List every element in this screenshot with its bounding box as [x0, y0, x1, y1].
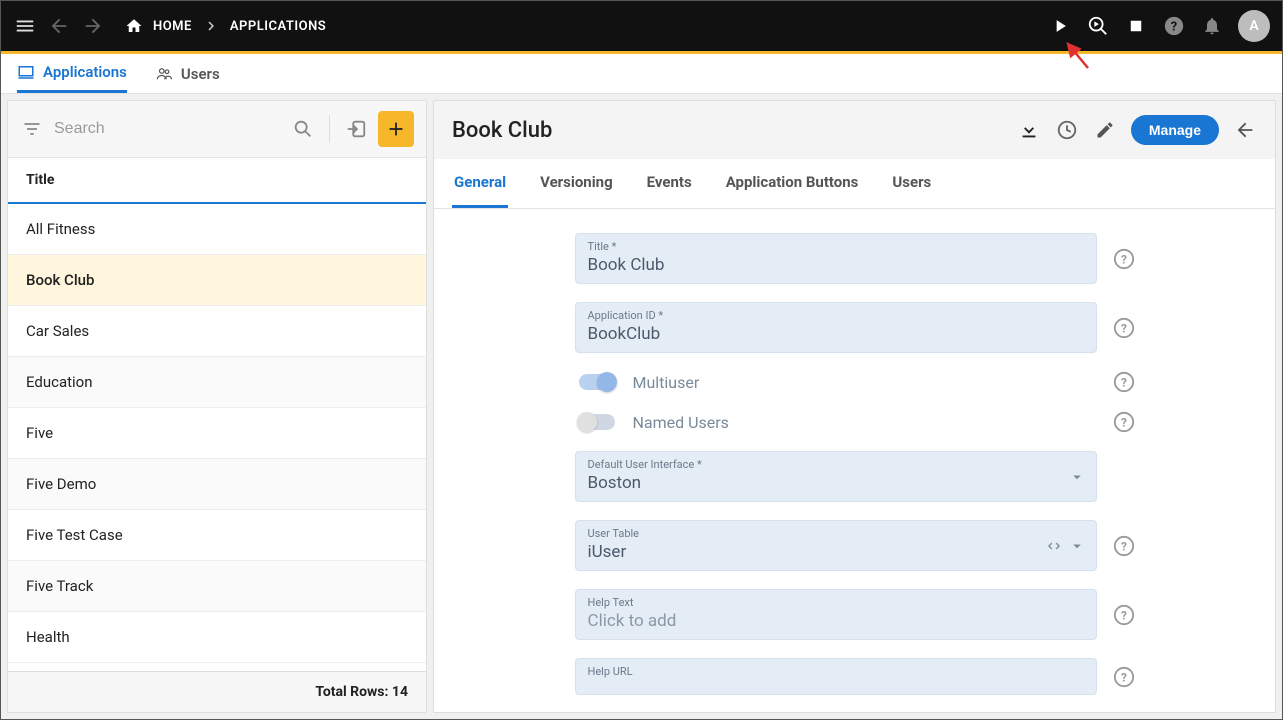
filter-icon[interactable] [20, 117, 44, 141]
svg-text:?: ? [1121, 252, 1127, 266]
home-icon[interactable] [125, 17, 143, 35]
list-item[interactable]: Five [8, 408, 426, 459]
help-url-field[interactable]: Help URL [575, 658, 1097, 695]
tab-applications[interactable]: Applications [17, 54, 127, 93]
download-icon[interactable] [1017, 118, 1041, 142]
avatar[interactable]: A [1238, 10, 1270, 42]
stop-icon[interactable] [1124, 14, 1148, 38]
help-icon[interactable]: ? [1113, 535, 1135, 557]
list-item[interactable]: Five Test Case [8, 510, 426, 561]
edit-icon[interactable] [1093, 118, 1117, 142]
help-icon[interactable]: ? [1113, 411, 1135, 433]
multiuser-toggle[interactable] [579, 374, 615, 390]
svg-text:?: ? [1121, 539, 1127, 553]
nav-back-icon[interactable] [47, 14, 71, 38]
help-icon[interactable]: ? [1162, 14, 1186, 38]
code-icon[interactable] [1046, 538, 1062, 554]
list-item[interactable]: Education [8, 357, 426, 408]
svg-text:?: ? [1121, 670, 1127, 684]
chevron-down-icon [1068, 468, 1086, 486]
add-button[interactable] [378, 111, 414, 147]
detail-header: Book Club Manage [434, 101, 1275, 159]
list-item[interactable]: Book Club [8, 255, 426, 306]
total-rows-label: Total Rows: 14 [8, 671, 426, 712]
tab-users[interactable]: Users [155, 54, 220, 93]
left-panel: Title All FitnessBook ClubCar SalesEduca… [7, 100, 427, 713]
tab-applications-label: Applications [43, 63, 127, 81]
help-icon[interactable]: ? [1113, 604, 1135, 626]
search-icon[interactable] [291, 117, 315, 141]
nav-forward-icon[interactable] [81, 14, 105, 38]
detail-title: Book Club [452, 118, 1003, 143]
list-item[interactable]: Five Demo [8, 459, 426, 510]
bell-icon[interactable] [1200, 14, 1224, 38]
help-text-field[interactable]: Help Text Click to add [575, 589, 1097, 640]
svg-text:?: ? [1121, 321, 1127, 335]
svg-text:?: ? [1121, 608, 1127, 622]
help-icon[interactable]: ? [1113, 666, 1135, 688]
general-form: Title * Book Club ? Application ID * Boo… [575, 233, 1135, 688]
back-icon[interactable] [1233, 118, 1257, 142]
breadcrumb: HOME APPLICATIONS [125, 17, 326, 35]
breadcrumb-home[interactable]: HOME [153, 19, 192, 34]
help-icon[interactable]: ? [1113, 317, 1135, 339]
named-users-toggle[interactable] [579, 414, 615, 430]
menu-icon[interactable] [13, 14, 37, 38]
help-icon[interactable]: ? [1113, 371, 1135, 393]
chevron-right-icon [202, 17, 220, 35]
history-icon[interactable] [1055, 118, 1079, 142]
multiuser-label: Multiuser [633, 373, 700, 392]
svg-text:?: ? [1171, 20, 1177, 35]
user-table-field[interactable]: User Table iUser [575, 520, 1097, 571]
detail-tab[interactable]: General [452, 159, 508, 208]
detail-tab[interactable]: Application Buttons [724, 159, 861, 208]
list-item[interactable]: Health [8, 612, 426, 663]
title-field[interactable]: Title * Book Club [575, 233, 1097, 284]
import-icon[interactable] [344, 117, 368, 141]
detail-tab[interactable]: Users [890, 159, 933, 208]
left-toolbar [8, 101, 426, 157]
svg-text:?: ? [1121, 416, 1127, 430]
application-id-field[interactable]: Application ID * BookClub [575, 302, 1097, 353]
list-item[interactable]: Car Sales [8, 306, 426, 357]
help-icon[interactable]: ? [1113, 248, 1135, 270]
tab-users-label: Users [181, 65, 220, 83]
run-search-icon[interactable] [1086, 14, 1110, 38]
applications-list: All FitnessBook ClubCar SalesEducationFi… [8, 204, 426, 671]
list-item[interactable]: All Fitness [8, 204, 426, 255]
chevron-down-icon [1068, 537, 1086, 555]
topbar: HOME APPLICATIONS ? A [1, 1, 1282, 51]
play-icon[interactable] [1048, 14, 1072, 38]
list-header-title[interactable]: Title [8, 157, 426, 204]
detail-tab[interactable]: Events [645, 159, 694, 208]
breadcrumb-current[interactable]: APPLICATIONS [230, 19, 326, 34]
search-input[interactable] [54, 120, 281, 138]
default-ui-field[interactable]: Default User Interface * Boston [575, 451, 1097, 502]
list-item[interactable]: Five Track [8, 561, 426, 612]
detail-panel: Book Club Manage General Versioning Events… [433, 100, 1276, 713]
main-tabs: Applications Users [1, 54, 1282, 94]
named-users-label: Named Users [633, 413, 729, 432]
svg-text:?: ? [1121, 376, 1127, 390]
detail-tab[interactable]: Versioning [538, 159, 615, 208]
manage-button[interactable]: Manage [1131, 115, 1219, 145]
detail-tabs: General Versioning Events Application Butto… [434, 159, 1275, 209]
